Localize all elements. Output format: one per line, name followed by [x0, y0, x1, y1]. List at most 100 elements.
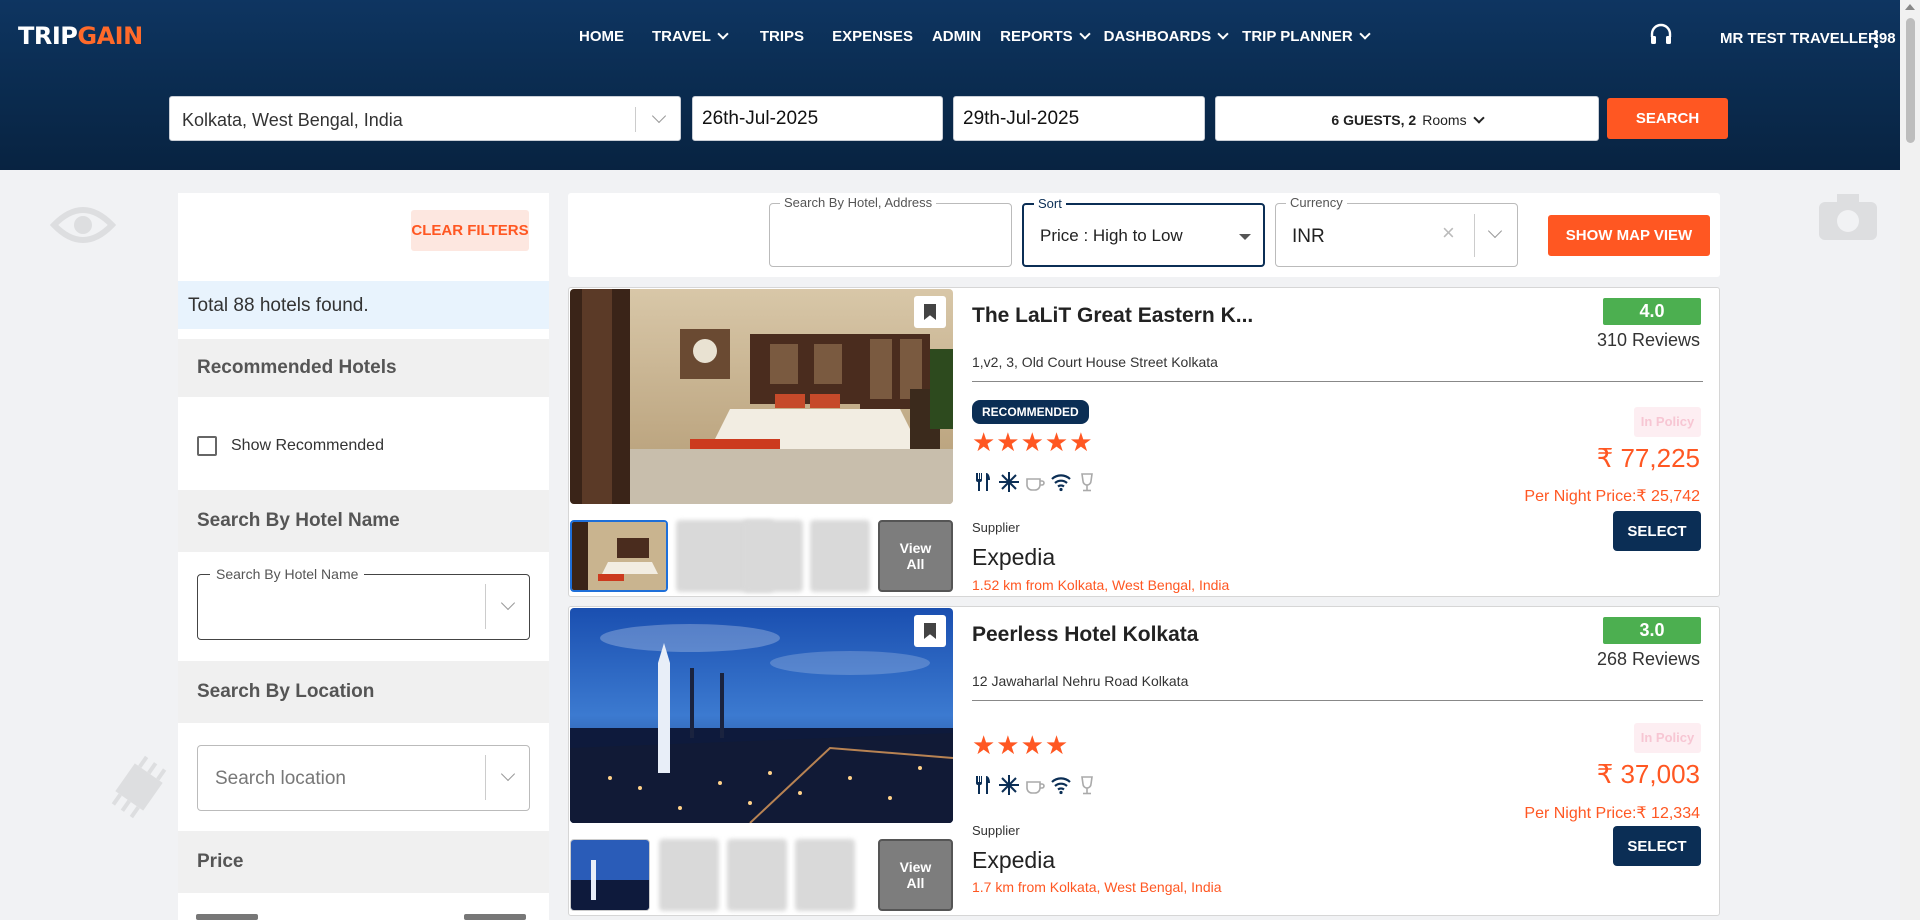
nav-trip-planner[interactable]: TRIP PLANNER: [1242, 28, 1371, 45]
camera-watermark-icon: [1819, 194, 1877, 240]
bookmark-button[interactable]: [914, 296, 946, 328]
per-night-price: Per Night Price:₹ 25,742: [1524, 488, 1700, 505]
total-price: ₹ 37,003: [1596, 759, 1700, 789]
amenities: [972, 471, 1102, 493]
wifi-icon: [1051, 777, 1071, 795]
photo-thumbnail[interactable]: [795, 839, 855, 911]
eye-watermark-icon: [50, 207, 116, 243]
scroll-up-arrow-icon[interactable]: [1905, 4, 1915, 10]
hotel-photo[interactable]: [570, 608, 953, 823]
total-hotels-count: Total 88 hotels found.: [178, 281, 549, 329]
supplier-label: Supplier: [972, 823, 1020, 838]
filters-sidebar: CLEAR FILTERS Total 88 hotels found. Rec…: [178, 193, 549, 920]
photo-thumbnail[interactable]: [659, 839, 719, 911]
chip-watermark-icon: [111, 755, 167, 819]
chevron-down-icon: [1078, 28, 1091, 40]
hotel-name-select[interactable]: Search By Hotel Name: [197, 566, 530, 640]
guests-rooms-dropdown[interactable]: 6 GUESTS, 2 Rooms: [1215, 96, 1599, 141]
price-heading: Price: [178, 831, 549, 893]
ac-snowflake-icon: [999, 472, 1019, 492]
in-policy-badge: In Policy: [1634, 723, 1701, 753]
nav-reports[interactable]: REPORTS: [1000, 28, 1091, 45]
clear-x-icon[interactable]: ×: [1442, 220, 1455, 246]
ac-snowflake-icon: [999, 775, 1019, 795]
bookmark-icon: [924, 623, 936, 639]
supplier-name: Expedia: [972, 544, 1056, 570]
review-count: 310 Reviews: [1596, 330, 1700, 350]
rating-badge: 3.0: [1603, 617, 1701, 644]
checkout-date-input[interactable]: 29th-Jul-2025: [953, 96, 1205, 141]
hotel-distance: 1.7 km from Kolkata, West Bengal, India: [972, 879, 1222, 895]
destination-select[interactable]: Kolkata, West Bengal, India: [169, 96, 681, 141]
nav-admin[interactable]: ADMIN: [932, 28, 981, 45]
hotel-name[interactable]: Peerless Hotel Kolkata: [972, 623, 1198, 647]
recommended-hotels-heading: Recommended Hotels: [178, 339, 549, 397]
per-night-price: Per Night Price:₹ 12,334: [1524, 805, 1700, 822]
coffee-icon: [1026, 478, 1045, 491]
chevron-down-icon: [1217, 28, 1229, 40]
location-heading: Search By Location: [178, 661, 549, 723]
in-policy-badge: In Policy: [1634, 407, 1701, 437]
page-scrollbar[interactable]: [1900, 0, 1920, 920]
hotel-photo[interactable]: [570, 289, 953, 504]
view-all-photos-button[interactable]: View All: [878, 520, 953, 592]
location-select[interactable]: Search location: [197, 745, 530, 811]
bookmark-button[interactable]: [914, 615, 946, 647]
supplier-name: Expedia: [972, 847, 1056, 873]
photo-thumbnail[interactable]: [570, 839, 650, 911]
top-header: TRIPGAIN HOME TRAVEL TRIPS EXPENSES ADMI…: [0, 0, 1900, 170]
scroll-thumb[interactable]: [1906, 18, 1915, 143]
clear-filters-button[interactable]: CLEAR FILTERS: [411, 210, 529, 251]
star-rating: ★★★★: [972, 730, 1070, 760]
select-hotel-button[interactable]: SELECT: [1613, 511, 1701, 551]
bookmark-icon: [924, 304, 936, 320]
review-count: 268 Reviews: [1596, 649, 1700, 669]
restaurant-icon: [976, 776, 990, 794]
main-nav: HOME TRAVEL TRIPS EXPENSES ADMIN REPORTS…: [579, 28, 1371, 45]
photo-thumbnail[interactable]: [743, 520, 803, 592]
checkin-date-input[interactable]: 26th-Jul-2025: [692, 96, 943, 141]
chevron-down-icon: [1359, 28, 1371, 40]
photo-thumbnail[interactable]: [727, 839, 787, 911]
headset-support-icon[interactable]: [1648, 22, 1674, 48]
currency-select[interactable]: Currency INR ×: [1275, 195, 1518, 267]
show-recommended-checkbox[interactable]: Show Recommended: [197, 436, 384, 456]
hotel-card: View All The LaLiT Great Eastern K... 1,v…: [568, 287, 1720, 597]
hotel-distance: 1.52 km from Kolkata, West Bengal, India: [972, 577, 1230, 593]
price-max-handle[interactable]: [464, 914, 526, 920]
results-filter-bar: Search By Hotel, Address Sort Price : Hi…: [568, 193, 1720, 277]
bar-glass-icon: [1081, 776, 1093, 795]
chevron-down-icon: [500, 766, 516, 782]
hotel-address-search-input[interactable]: Search By Hotel, Address: [769, 195, 1012, 267]
photo-thumbnail[interactable]: [570, 520, 668, 592]
caret-down-icon: [1239, 234, 1251, 240]
tripgain-logo[interactable]: TRIPGAIN: [18, 22, 143, 50]
chevron-down-icon: [500, 595, 516, 611]
hotel-name-heading: Search By Hotel Name: [178, 490, 549, 552]
more-options-icon[interactable]: [1874, 30, 1878, 51]
show-map-view-button[interactable]: SHOW MAP VIEW: [1548, 215, 1710, 256]
nav-home[interactable]: HOME: [579, 28, 624, 45]
price-min-handle[interactable]: [196, 914, 258, 920]
nav-expenses[interactable]: EXPENSES: [832, 28, 913, 45]
bar-glass-icon: [1081, 473, 1093, 492]
checkbox-icon[interactable]: [197, 436, 217, 456]
hotel-name[interactable]: The LaLiT Great Eastern K...: [972, 304, 1253, 328]
hotel-address: 12 Jawaharlal Nehru Road Kolkata: [972, 673, 1189, 689]
search-button[interactable]: SEARCH: [1607, 98, 1728, 139]
supplier-label: Supplier: [972, 520, 1020, 535]
user-menu[interactable]: MR TEST TRAVELLER98: [1720, 30, 1896, 47]
photo-thumbnail[interactable]: [810, 520, 870, 592]
view-all-photos-button[interactable]: View All: [878, 839, 953, 911]
nav-dashboards[interactable]: DASHBOARDS: [1104, 28, 1229, 45]
chevron-down-icon: [717, 28, 729, 40]
chevron-down-icon: [1487, 223, 1503, 239]
wifi-icon: [1051, 474, 1071, 492]
hotel-address: 1,v2, 3, Old Court House Street Kolkata: [972, 354, 1218, 370]
nav-trips[interactable]: TRIPS: [760, 28, 804, 45]
chevron-down-icon: [1472, 112, 1485, 124]
nav-travel[interactable]: TRAVEL: [652, 28, 729, 45]
sort-select[interactable]: Sort Price : High to Low: [1022, 196, 1265, 267]
hotel-card: View All Peerless Hotel Kolkata 12 Jawaha…: [568, 606, 1720, 916]
select-hotel-button[interactable]: SELECT: [1613, 826, 1701, 866]
